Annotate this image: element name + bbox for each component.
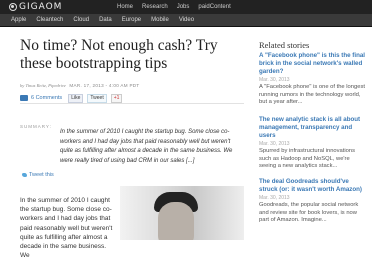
article-date: MAR. 17, 2013 - 4:00 AM PDT [69, 83, 140, 88]
logo-icon [9, 3, 17, 11]
related-story: The deal Goodreads should've struck (or:… [259, 178, 367, 225]
related-story-excerpt: A "Facebook phone" is one of the longest… [259, 84, 365, 105]
article-summary: SUMMARY: In the summer of 2010 I caught … [20, 103, 244, 182]
twitter-bird-icon [22, 173, 27, 177]
tweet-this-label: Tweet this [29, 172, 54, 178]
tweet-button[interactable]: Tweet [87, 93, 107, 103]
top-nav-jobs[interactable]: Jobs [177, 2, 190, 12]
social-bar: 6 Comments Like Tweet +1 [20, 93, 244, 103]
section-nav-video[interactable]: Video [179, 15, 194, 25]
top-nav-home[interactable]: Home [117, 2, 133, 12]
related-story-title[interactable]: The deal Goodreads should've struck (or:… [259, 178, 367, 194]
related-story-title[interactable]: The new analytic stack is all about mana… [259, 116, 367, 140]
section-nav-apple[interactable]: Apple [11, 15, 26, 25]
related-story: A "Facebook phone" is this the final bri… [259, 52, 367, 107]
photo-face [158, 202, 194, 240]
comments-link[interactable]: 6 Comments [31, 95, 62, 101]
related-story-date: Mar. 30, 2013 [259, 77, 290, 83]
article-body: In the summer of 2010 I caught the start… [20, 197, 113, 260]
top-nav-research[interactable]: Research [142, 2, 168, 12]
comment-icon [20, 95, 28, 101]
facebook-like-button[interactable]: Like [68, 93, 84, 103]
article-byline: by Tinus Reitz, Pipedrive MAR. 17, 2013 … [20, 82, 240, 90]
related-story-date: Mar. 30, 2013 [259, 141, 290, 147]
section-nav-mobile[interactable]: Mobile [151, 15, 169, 25]
summary-text: In the summer of 2010 I caught the start… [60, 129, 233, 164]
section-nav-europe[interactable]: Europe [122, 15, 141, 25]
author-photo [120, 186, 244, 240]
gigaom-logo[interactable]: GIGAOM [9, 2, 62, 12]
logo-text: GIGAOM [19, 2, 63, 12]
related-stories-heading: Related stories [259, 40, 310, 50]
related-story-excerpt: Goodreads, the popular social network an… [259, 202, 359, 223]
related-story: The new analytic stack is all about mana… [259, 116, 367, 171]
related-story-date: Mar. 30, 2013 [259, 195, 290, 201]
section-nav-bar: Apple Cleantech Cloud Data Europe Mobile… [0, 14, 372, 27]
section-nav-cleantech[interactable]: Cleantech [36, 15, 63, 25]
google-plus-button[interactable]: +1 [110, 93, 123, 103]
tweet-this-link[interactable]: Tweet this [22, 172, 54, 178]
byline-author[interactable]: by Tinus Reitz, Pipedrive [20, 83, 66, 88]
related-story-title[interactable]: A "Facebook phone" is this the final bri… [259, 52, 367, 76]
related-story-excerpt: Spurred by infrastructural innovations s… [259, 148, 356, 169]
top-nav-paidcontent[interactable]: paidContent [198, 2, 230, 12]
top-bar: GIGAOM Home Research Jobs paidContent [0, 0, 372, 14]
section-nav-cloud[interactable]: Cloud [73, 15, 89, 25]
top-nav: Home Research Jobs paidContent [117, 2, 240, 12]
section-nav-data[interactable]: Data [99, 15, 112, 25]
section-nav: Apple Cleantech Cloud Data Europe Mobile… [11, 15, 204, 25]
summary-label: SUMMARY: [20, 124, 52, 129]
article-headline: No time? Not enough cash? Try these boot… [20, 37, 218, 72]
